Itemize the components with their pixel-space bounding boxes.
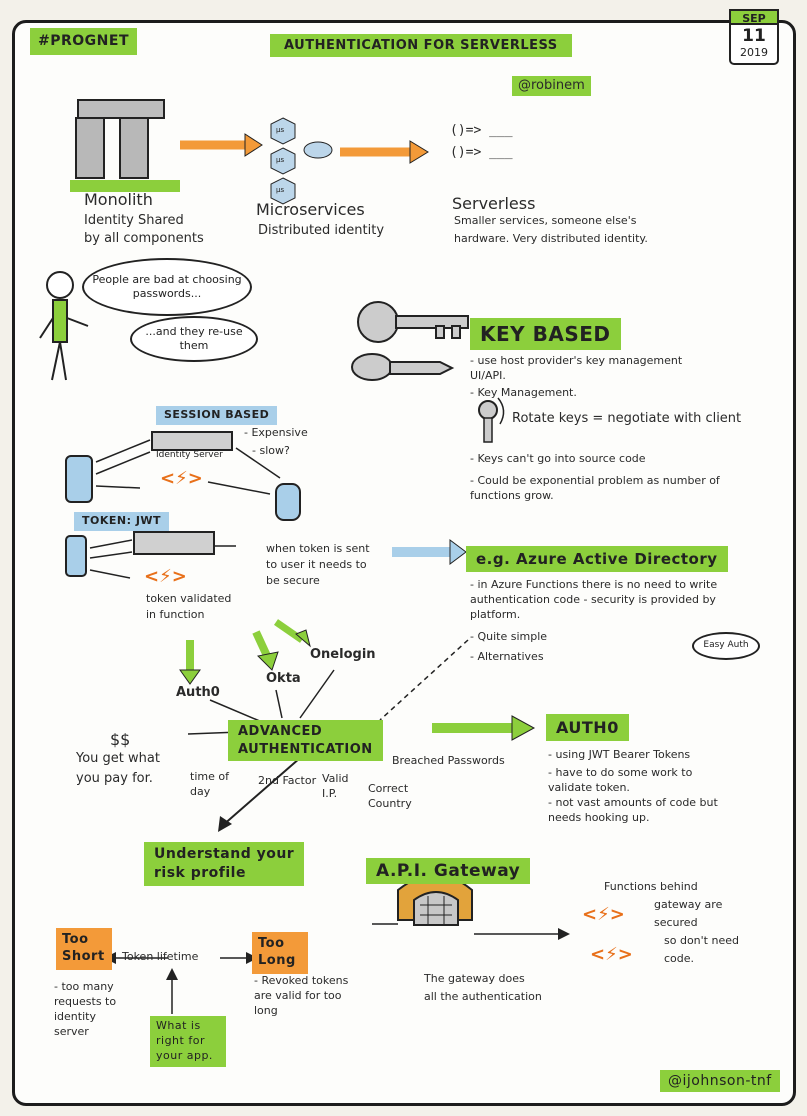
serverless-title: Serverless (452, 194, 536, 213)
lambda-function-icon: <⚡> (144, 566, 187, 587)
too-long-note: - Revoked tokens are valid for too long (254, 974, 349, 1017)
serverless-desc-1: Smaller services, someone else's (454, 214, 637, 227)
token-jwt-title: TOKEN: JWT (74, 512, 170, 531)
risk-title-2: risk profile (154, 864, 246, 881)
monolith-desc-1: Identity Shared (84, 213, 184, 228)
risk-profile-title: Understand your risk profile (144, 842, 305, 886)
azure-point: - Quite simple (470, 630, 548, 643)
monolith-icon (70, 99, 180, 192)
too-short-note: - too many requests to identity server (54, 980, 117, 1038)
auth0-point: - have to do some work to validate token… (548, 766, 693, 794)
speech-bubble-reuse: ...and they re-use them (130, 316, 258, 362)
too-long-box: Too Long (252, 932, 308, 974)
gateway-right-4: so don't need (664, 934, 739, 947)
token-note-2: in function (146, 608, 205, 621)
advanced-title-1: ADVANCED (238, 724, 323, 739)
gateway-desc-2: all the authentication (424, 990, 542, 1003)
calendar-month: SEP (742, 12, 766, 25)
calendar-day: 11 (742, 26, 766, 46)
gateway-desc-1: The gateway does (424, 972, 525, 985)
sketchnote-page: #PROGNET AUTHENTICATION FOR SERVERLESS @… (0, 0, 807, 1116)
azure-title: e.g. Azure Active Directory (466, 546, 728, 572)
microservices-title: Microservices (256, 200, 365, 219)
azure-point: - Alternatives (470, 650, 544, 663)
gateway-right-2: gateway are (654, 898, 723, 911)
pay-label-2: you pay for. (76, 771, 153, 786)
identity-server-label: Identity Server (156, 450, 223, 460)
provider-okta: Okta (266, 671, 301, 686)
key-based-point: - Keys can't go into source code (470, 452, 646, 465)
money-label: $$ (110, 730, 131, 749)
microservice-node: µs (276, 126, 285, 134)
key-based-point: - Could be exponential problem as number… (470, 474, 720, 502)
token-secure-1: when token is sent (266, 542, 370, 555)
key-based-point: - Key Management. (470, 386, 577, 399)
key-based-point: Rotate keys = negotiate with client (512, 411, 742, 426)
session-note-expensive: - Expensive (244, 426, 308, 439)
factor-country: Correct Country (368, 782, 412, 810)
monolith-title: Monolith (84, 190, 153, 209)
too-short-box: Too Short (56, 928, 112, 970)
microservices-desc: Distributed identity (258, 223, 385, 238)
lambda-function-icon: <⚡> (582, 904, 625, 925)
pay-label-1: You get what (76, 751, 160, 766)
factor-breached: Breached Passwords (392, 754, 505, 767)
factor-2nd: 2nd Factor (258, 774, 317, 787)
factor-time-of-day: time of day (190, 770, 229, 798)
calendar-year: 2019 (740, 46, 768, 59)
advanced-title-2: AUTHENTICATION (238, 741, 373, 757)
key-based-point: - use host provider's key management UI/… (470, 354, 683, 382)
factor-valid-ip: Valid I.P. (322, 772, 349, 800)
advanced-auth-title: ADVANCED AUTHENTICATION (228, 720, 383, 762)
microservice-node: µs (276, 156, 285, 164)
api-gateway-title: A.P.I. Gateway (366, 858, 531, 884)
auth0-point: - using JWT Bearer Tokens (548, 748, 691, 761)
microservice-node: µs (276, 186, 285, 194)
monolith-desc-2: by all components (84, 231, 204, 246)
token-secure-2: to user it needs to (266, 558, 367, 571)
auth0-point: - not vast amounts of code but needs hoo… (548, 796, 718, 824)
rotating-key-icon (478, 397, 505, 443)
session-note-slow: - slow? (252, 444, 290, 457)
serverless-desc-2: hardware. Very distributed identity. (454, 232, 648, 245)
hashtag-label: #PROGNET (30, 28, 137, 55)
key-based-title: KEY BASED (470, 318, 621, 350)
auth0-title: AUTH0 (546, 714, 629, 741)
gateway-right-3: secured (654, 916, 698, 929)
risk-title-1: Understand your (154, 846, 295, 862)
provider-auth0: Auth0 (176, 685, 220, 700)
key-icon-large (357, 301, 469, 343)
azure-point: - in Azure Functions there is no need to… (470, 578, 718, 621)
lambda-function-icon: <⚡> (590, 944, 633, 965)
author-handle-top: @robinem (512, 76, 591, 96)
token-lifetime-label: Token lifetime (122, 950, 199, 963)
session-based-title: SESSION BASED (156, 406, 278, 425)
provider-onelogin: Onelogin (310, 647, 376, 662)
lambda-function-icon: <⚡> (160, 468, 203, 489)
speech-bubble-passwords: People are bad at choosing passwords... (82, 258, 252, 316)
token-secure-3: be secure (266, 574, 320, 587)
serverless-code-1: ()=> ___ (450, 123, 513, 138)
key-icon-small (351, 353, 455, 381)
token-note-1: token validated (146, 592, 232, 605)
serverless-code-2: ()=> ___ (450, 145, 513, 160)
author-handle-footer: @ijohnson-tnf (660, 1070, 780, 1092)
easy-auth-bubble: Easy Auth (692, 632, 760, 660)
gateway-right-1: Functions behind (604, 880, 698, 893)
gateway-right-5: code. (664, 952, 695, 965)
right-for-app-box: What is right for your app. (150, 1016, 226, 1067)
page-title: AUTHENTICATION FOR SERVERLESS (270, 34, 572, 57)
